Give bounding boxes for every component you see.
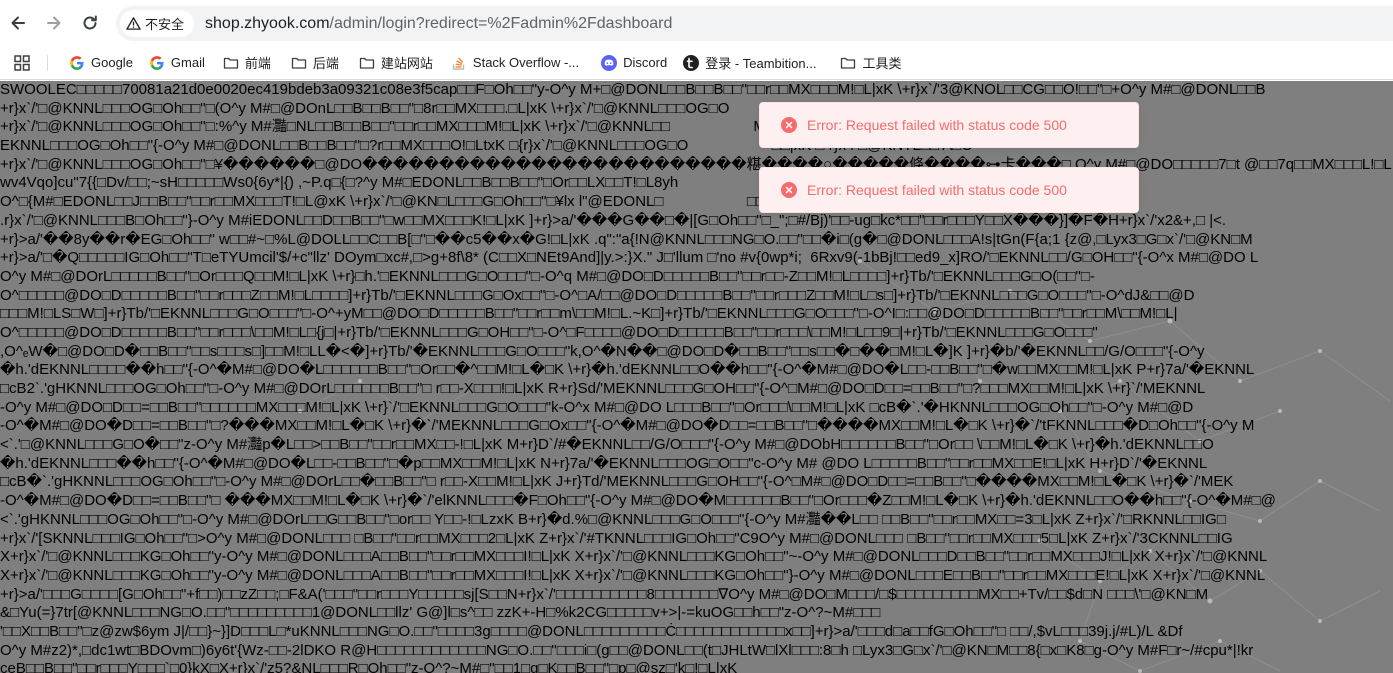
garbled-line: +r}x`/'[SKNNL□□□IG□Oh□□"□>O^y M#□@DONL□□… [0, 529, 1233, 547]
bookmark-gmail[interactable]: Gmail [143, 49, 211, 77]
page-content: SWOOLEC□□□□□70081a21d0e0020ec419bdeb3a09… [0, 81, 1393, 673]
warning-icon [126, 17, 141, 30]
garbled-line: �h.'dEKNNL□□□��h□□"{-O^�M#□@DO�L□□-□□B□□… [0, 454, 1208, 472]
bookmark-label: Google [91, 55, 133, 70]
garbled-line: O^□{M#□EDONL□□J□□B□□"□□r□□MX□□□T!□L@xK \… [0, 193, 974, 211]
bookmarks-bar: Google Gmail 前端 后端 建站网站 Stack Overflow -… [0, 46, 1393, 80]
bookmark-folder-backend[interactable]: 后端 [285, 49, 345, 77]
error-circle-icon [781, 182, 797, 198]
site-info-chip[interactable]: 不安全 [120, 10, 195, 37]
arrow-right-icon [47, 16, 61, 30]
discord-icon [601, 54, 618, 71]
bookmark-label: 工具类 [862, 56, 902, 71]
url-host: shop.zhyook.com [205, 14, 330, 32]
google-icon [150, 55, 164, 70]
stackoverflow-icon [452, 56, 465, 70]
bookmark-google[interactable]: Google [63, 49, 139, 77]
garbled-line: +r}x`/'□@KNNL□□□OG□Oh□□"□(O^y M#□@DOnL□□… [0, 99, 1017, 117]
garbled-line: EKNNL□□□OG□Oh□□"{-O^y M#□@DONL□□B□□B□□"□… [0, 137, 973, 155]
apps-grid-icon [14, 54, 30, 71]
garbled-line: -O^�M#□@DO�D□□=□□B□□"□?���MX□□M!□L�□K \+… [0, 417, 1255, 435]
garbled-line: □□□M!□LS□W□]+r}Tb/'□EKNNL□□□G□O□□□"□-O^+… [0, 305, 1178, 323]
browser-toolbar: 不安全 shop.zhyook.com/admin/login?redirect… [0, 0, 1393, 46]
garbled-line: X+r}x`/'□@KNNL□□□KG□Oh□□"y-O^y M#□@DONL□… [0, 566, 1266, 584]
address-bar[interactable]: 不安全 shop.zhyook.com/admin/login?redirect… [116, 6, 1393, 41]
garbled-line: wv4Vqo]cu"7{{□Dv/□□;~sH□□□□□Ws0{6y*|{) ,… [0, 174, 981, 192]
garbled-line: ceB□□B□□"□□r□□□Y□□□`□0}kX□X+r}x`/'z5?&NL… [0, 660, 738, 673]
garbled-line: O^□□□□□@DO□D□□□□□B□□"□□r□□□Z□□M!□L□□□□]+… [0, 286, 1195, 304]
bookmark-label: Stack Overflow -... [472, 55, 580, 70]
garbled-line: +r}>a/'□□□G□□□□[G□Oh□□"+f□□)□□zZ□□;□F&A(… [0, 585, 1209, 603]
garbled-line: +r}>a/'□�Q□□□□□IG□Oh□□"T□eTYUmcil'$/+c"l… [0, 249, 1259, 267]
bookmark-folder-tools[interactable]: 工具类 [834, 49, 907, 77]
bookmark-label: 登录 - Teambition... [705, 56, 817, 71]
bookmark-teambition[interactable]: 登录 - Teambition... [677, 49, 822, 77]
garbled-line: +r}>a/'��8y��r�EG□Oh□□" w□□#~□%L@DOLL□□C… [0, 230, 1253, 248]
garbled-line: ,O^ₑW�□@DO□D�□□B□□"□□s□□□s□]□□M!□LL�<�]+… [0, 342, 1205, 360]
garbled-line: O^□□□□□@DO□D□□□□□B□□"□□r□□□\□□M!□L□{j□|+… [0, 323, 1098, 341]
bookmark-folder-frontend[interactable]: 前端 [217, 49, 277, 77]
garbled-line: -O^y M#□@DO□D□□=□□B□□"□□□□□□MX□□□M!□L|xK… [0, 398, 1194, 416]
folder-icon [359, 57, 375, 69]
bookmarks-separator [47, 54, 48, 71]
bookmark-stackoverflow[interactable]: Stack Overflow -... [445, 49, 585, 77]
garbled-line: O^y M#□@DOrL□□□□□B□□"□Or□□□Q□□M!□L|xK \+… [0, 267, 1095, 285]
garbled-line: +r}x`/'□@KNNL□□□OG□Oh□□"□:%^y M#灩□NL□□B□… [0, 118, 972, 136]
garbled-line: <`.'gHKNNL□□□OG□Oh□□"□-O^y M#□@DOrL□□G□□… [0, 510, 1226, 528]
bookmark-label: 前端 [244, 56, 271, 71]
reload-button[interactable] [72, 5, 108, 41]
garbled-line: O^y M#z2)*,□dc1wt□BDOvm□)6y6t'{Wz-□□-2lD… [0, 641, 1254, 659]
bookmark-label: Discord [623, 55, 668, 70]
garbled-response-text: SWOOLEC□□□□□70081a21d0e0020ec419bdeb3a09… [0, 81, 1393, 673]
bookmark-label: 建站网站 [380, 56, 433, 71]
bookmark-label: 后端 [312, 56, 339, 71]
folder-icon [291, 57, 307, 69]
error-message: Error: Request failed with status code 5… [807, 117, 1067, 133]
folder-icon [223, 57, 239, 69]
reload-icon [83, 15, 97, 30]
garbled-line: +r}x`/'□@KNNL□□□OG□Oh□□"□¥������□@DO����… [0, 155, 1393, 173]
garbled-line: □cB�`.'gHKNNL□□□OG□Oh□□"□-O^y M#□@DOrL□□… [0, 473, 1234, 491]
error-toast: Error: Request failed with status code 5… [759, 102, 1139, 148]
arrow-left-icon [11, 16, 25, 30]
error-message: Error: Request failed with status code 5… [807, 182, 1067, 198]
error-toast: Error: Request failed with status code 5… [759, 167, 1139, 213]
garbled-line: �h.'dEKNNL□□□□��h□□"{-O^�M#□@DO�L□□□□□□B… [0, 361, 1255, 379]
garbled-line: □cB2`.'gHKNNL□□□OG□Oh□□"□-O^y M#□@DOrL□□… [0, 380, 1206, 397]
apps-button[interactable] [8, 49, 36, 77]
url-path: /admin/login?redirect=%2Fadmin%2Fdashboa… [329, 14, 673, 32]
error-circle-icon [781, 117, 797, 133]
back-button[interactable] [0, 5, 36, 41]
google-icon [70, 55, 84, 70]
garbled-line: SWOOLEC□□□□□70081a21d0e0020ec419bdeb3a09… [0, 81, 1266, 98]
garbled-line: X+r}x`/'□@KNNL□□□KG□Oh□□"y-O^y M#□@DONL□… [0, 548, 1268, 566]
bookmark-label: Gmail [170, 55, 205, 70]
bookmark-discord[interactable]: Discord [595, 49, 673, 77]
security-label: 不安全 [145, 17, 185, 32]
forward-button[interactable] [36, 5, 72, 41]
garbled-line: .r}x`/'□@KNNL□□□B□Oh□□"}-O^y M#iEDONL□□D… [0, 211, 1227, 229]
garbled-line: -O^�M#□@DO�D□□=□□B□□"□ ���MX□□M!□L�□K \+… [0, 492, 1276, 510]
url-text[interactable]: shop.zhyook.com/admin/login?redirect=%2F… [205, 15, 672, 33]
garbled-line: <`.'□@KNNL□□□G□O�□□"z-O^y M#灩p�L□□>□□B□□… [0, 436, 1214, 454]
garbled-line: &□Yu(=}7tr[@KNNL□□□NG□O.□□"□□□□□□□□□1@DO… [0, 604, 881, 622]
folder-icon [841, 57, 856, 69]
garbled-line: '□□X□□B□□"□z@zw$6ym J|/□□}~}]D□□□L□*uKNN… [0, 622, 1183, 640]
bookmark-folder-sites[interactable]: 建站网站 [353, 49, 439, 77]
teambition-icon [683, 54, 700, 71]
